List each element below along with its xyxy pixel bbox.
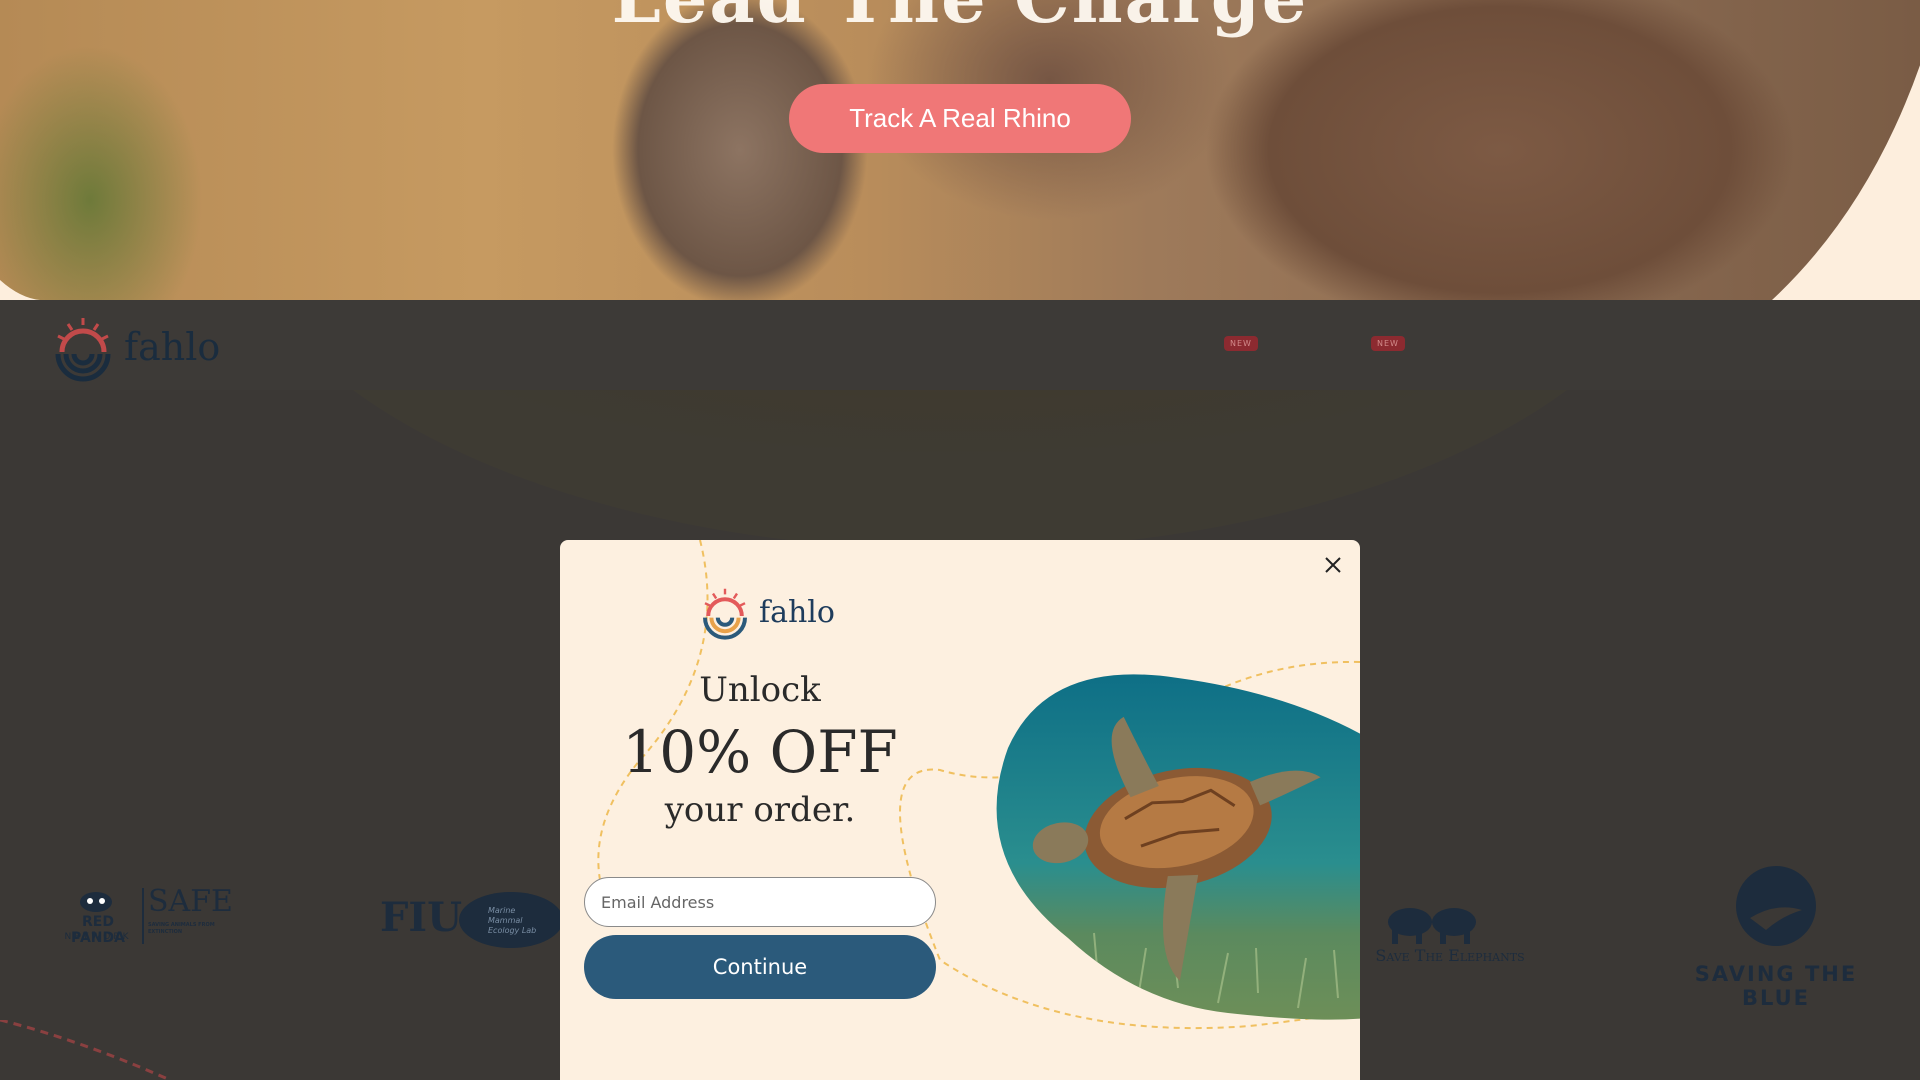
partner-saving-the-blue: SAVING THE BLUE — [1680, 866, 1872, 1010]
popup-headline-order: your order. — [664, 790, 856, 830]
nav-new-badge: NEW — [1224, 336, 1258, 351]
saving-the-blue-icon — [1736, 866, 1816, 946]
brand-logo-link[interactable]: fahlo — [48, 312, 220, 382]
popup-discount-amount: 10% OFF — [622, 718, 898, 786]
hero-left-curve — [0, 280, 40, 300]
partner-name: FIU — [380, 894, 462, 941]
partner-name: Save The Elephants — [1375, 946, 1525, 965]
page: Lead The Charge Track A Real Rhino fahlo… — [0, 0, 1920, 1080]
partner-name: SAVING THE BLUE — [1694, 962, 1858, 1010]
partner-sub: Marine Mammal Ecology Lab — [488, 906, 537, 935]
discount-popup: fahlo Unlock 10% OFF your order. Continu… — [560, 540, 1360, 1080]
email-input[interactable] — [584, 877, 936, 927]
hero-arc-image — [230, 390, 1690, 550]
partner-fiu: FIU Marine Mammal Ecology Lab — [380, 888, 563, 952]
fahlo-logo-icon — [55, 318, 111, 382]
partner-extra-sub: SAVING ANIMALS FROM EXTINCTION — [148, 922, 215, 935]
partner-sub: NETWORK — [64, 932, 132, 942]
partner-extra: SAFE — [148, 884, 233, 919]
continue-button[interactable]: Continue — [584, 935, 936, 999]
popup-brand-name: fahlo — [759, 594, 835, 630]
hero-title: Lead The Charge — [0, 0, 1920, 39]
partner-red-panda: RED PANDA NETWORK SAFE SAVING ANIMALS FR… — [58, 884, 232, 952]
close-popup-button[interactable] — [1320, 552, 1346, 578]
popup-headline-unlock: Unlock — [699, 670, 821, 710]
track-rhino-button[interactable]: Track A Real Rhino — [789, 84, 1131, 153]
elephants-icon — [1388, 908, 1476, 944]
hero-curve-decoration — [1772, 65, 1920, 300]
red-panda-icon — [80, 892, 112, 912]
sea-turtle-image — [996, 674, 1360, 1020]
nav-new-badge: NEW — [1371, 336, 1405, 351]
hero-section: Lead The Charge Track A Real Rhino — [0, 0, 1920, 300]
brand-name: fahlo — [124, 325, 221, 369]
popup-brand-logo: fahlo — [697, 582, 835, 642]
partner-save-the-elephants: Save The Elephants — [1360, 902, 1540, 972]
fahlo-logo-icon — [703, 588, 747, 640]
divider — [142, 888, 144, 944]
close-icon — [1325, 557, 1341, 573]
top-navigation: fahlo NEW NEW — [0, 300, 1920, 390]
